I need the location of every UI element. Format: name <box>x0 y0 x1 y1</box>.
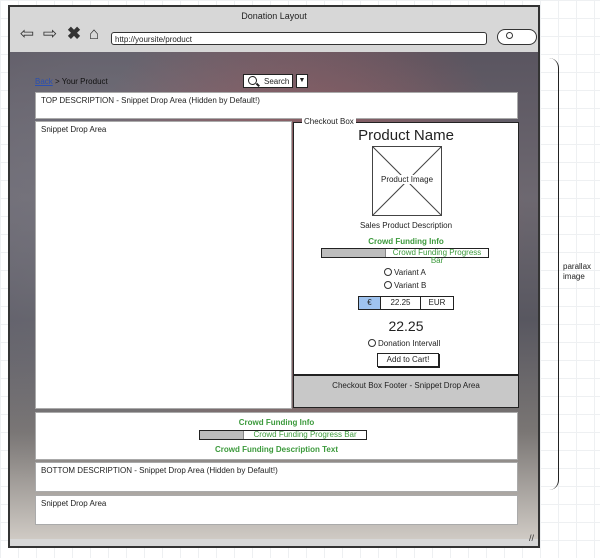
sales-description: Sales Product Description <box>359 221 453 230</box>
add-to-cart-button[interactable]: Add to Cart! <box>377 353 439 367</box>
magnifier-icon <box>248 76 257 85</box>
breadcrumb: Back > Your Product <box>35 77 108 86</box>
checkout-progress-bar: Crowd Funding Progress Bar <box>321 248 489 265</box>
parallax-annotation: parallax image <box>563 262 591 282</box>
bottom-description-label: BOTTOM DESCRIPTION - Snippet Drop Area (… <box>41 466 278 475</box>
product-name: Product Name <box>358 127 454 144</box>
back-arrow-icon[interactable]: ⇦ <box>18 25 36 43</box>
checkout-box: Checkout Box Product Name Product Image … <box>293 117 519 375</box>
resize-handle-icon[interactable]: // <box>529 533 534 543</box>
donation-interval-label: Donation Intervall <box>378 339 441 348</box>
chevron-down-icon: ▼ <box>298 77 306 84</box>
crowd-funding-section: Crowd Funding Info Crowd Funding Progres… <box>35 412 518 460</box>
variant-b-radio[interactable]: Variant B <box>384 281 426 290</box>
browser-window: Donation Layout ⇦ ⇨ ✖ ⌂ http://yoursite/… <box>8 5 540 548</box>
checkout-footer: Checkout Box Footer - Snippet Drop Area <box>293 375 519 408</box>
currency-symbol-button[interactable]: € <box>359 297 381 309</box>
variant-a-radio[interactable]: Variant A <box>384 268 426 277</box>
variant-b-label: Variant B <box>394 281 427 290</box>
bottom-snippet-label: Snippet Drop Area <box>41 499 107 508</box>
parallax-bracket <box>548 58 559 490</box>
parallax-background: Back > Your Product Search ▼ TOP DESCRIP… <box>10 52 538 539</box>
crowd-funding-info: Crowd Funding Info <box>368 237 444 246</box>
radio-icon <box>384 268 392 276</box>
top-description-label: TOP DESCRIPTION - Snippet Drop Area (Hid… <box>41 96 260 105</box>
radio-icon <box>384 281 392 289</box>
bottom-description-area: BOTTOM DESCRIPTION - Snippet Drop Area (… <box>35 462 518 492</box>
amount-input[interactable]: 22.25 <box>381 297 421 309</box>
crowd-section-info: Crowd Funding Info <box>238 418 315 427</box>
chevron-right-icon: > <box>55 77 62 86</box>
currency-code-button[interactable]: EUR <box>421 297 453 309</box>
home-icon[interactable]: ⌂ <box>85 25 103 43</box>
left-snippet-label: Snippet Drop Area <box>41 125 107 134</box>
left-snippet-area: Snippet Drop Area <box>35 121 292 409</box>
bottom-snippet-area: Snippet Drop Area <box>35 495 518 525</box>
top-description-area: TOP DESCRIPTION - Snippet Drop Area (Hid… <box>35 92 518 119</box>
search-icon[interactable] <box>497 29 537 45</box>
url-field[interactable]: http://yoursite/product <box>111 32 487 45</box>
checkout-progress-label: Crowd Funding Progress Bar <box>385 249 488 265</box>
annotation-line-2: image <box>563 272 585 281</box>
forward-arrow-icon[interactable]: ⇨ <box>41 25 59 43</box>
variant-a-label: Variant A <box>394 268 426 277</box>
search-button-label: Search <box>264 77 290 86</box>
search-dropdown-button[interactable]: ▼ <box>296 74 308 88</box>
crowd-section-description: Crowd Funding Description Text <box>215 445 338 454</box>
close-icon[interactable]: ✖ <box>65 25 83 43</box>
product-image: Product Image <box>372 146 442 216</box>
donation-interval-radio[interactable]: Donation Intervall <box>368 339 440 348</box>
crowd-section-progress-bar: Crowd Funding Progress Bar <box>199 430 367 440</box>
breadcrumb-current: Your Product <box>61 77 108 86</box>
search-button[interactable]: Search <box>243 74 293 88</box>
price-display: 22.25 <box>388 318 424 334</box>
product-image-label: Product Image <box>379 175 435 184</box>
checkout-box-legend: Checkout Box <box>302 117 356 126</box>
browser-toolbar: ⇦ ⇨ ✖ ⌂ http://yoursite/product <box>10 21 538 53</box>
annotation-line-1: parallax <box>563 262 592 271</box>
back-link[interactable]: Back <box>35 77 53 86</box>
radio-icon <box>368 339 376 347</box>
crowd-section-progress-label: Crowd Funding Progress Bar <box>243 431 366 439</box>
amount-input-group: € 22.25 EUR <box>358 296 454 310</box>
